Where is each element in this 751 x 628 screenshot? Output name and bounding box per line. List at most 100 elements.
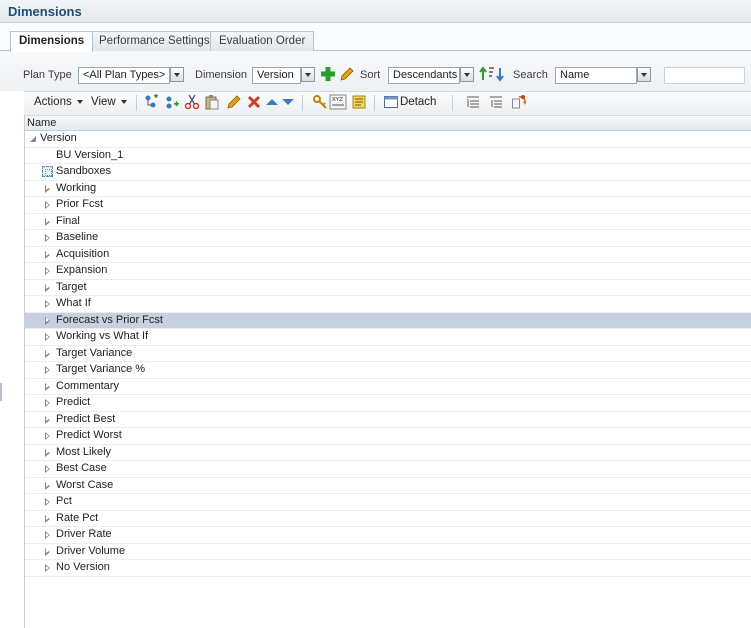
expand-arrow-icon[interactable]: [45, 514, 50, 523]
expand-arrow-icon[interactable]: [45, 217, 50, 226]
assign-access-icon[interactable]: [312, 94, 328, 110]
expand-arrow-icon[interactable]: [45, 283, 50, 292]
tree-row[interactable]: Predict: [25, 395, 751, 412]
tree-row[interactable]: Predict Worst: [25, 428, 751, 445]
move-up-icon[interactable]: [264, 94, 280, 110]
add-member-icon[interactable]: [320, 66, 336, 82]
plan-type-select[interactable]: <All Plan Types>: [78, 67, 170, 84]
page-title: Dimensions: [8, 4, 82, 19]
tree-row[interactable]: Forecast vs Prior Fcst: [25, 312, 751, 329]
expand-arrow-icon[interactable]: [45, 547, 50, 556]
dimension-dropdown-button[interactable]: [301, 67, 315, 82]
expand-arrow-icon[interactable]: [45, 366, 50, 374]
expand-arrow-icon[interactable]: [45, 531, 50, 539]
expand-arrow-icon[interactable]: [45, 267, 50, 275]
tree-row-label: Driver Volume: [56, 544, 126, 557]
sort-select[interactable]: Descendants: [388, 67, 460, 84]
edit-member-icon[interactable]: [226, 94, 242, 110]
tree-row[interactable]: Predict Best: [25, 412, 751, 428]
tree-row[interactable]: Final: [25, 214, 751, 230]
expand-arrow-icon[interactable]: [45, 432, 50, 440]
tree-row[interactable]: BU Version_1: [25, 148, 751, 164]
search-input[interactable]: [664, 67, 745, 84]
tree-row[interactable]: Driver Rate: [25, 527, 751, 544]
expand-arrow-icon[interactable]: [45, 448, 50, 457]
add-sibling-icon[interactable]: [164, 94, 180, 110]
expand-arrow-icon[interactable]: [45, 349, 50, 358]
tab-dimensions[interactable]: Dimensions: [10, 31, 94, 52]
tree-row[interactable]: What If: [25, 296, 751, 313]
tree-row[interactable]: Rate Pct: [25, 511, 751, 527]
tree-row-label: Commentary: [56, 379, 119, 392]
delete-icon[interactable]: [246, 94, 262, 110]
expand-arrow-icon[interactable]: [45, 333, 50, 341]
tree-row[interactable]: Expansion: [25, 263, 751, 280]
tree-row[interactable]: Sandboxes: [25, 164, 751, 181]
tree-row[interactable]: Pct: [25, 494, 751, 511]
cut-icon[interactable]: [184, 94, 200, 110]
tree-row[interactable]: Target: [25, 280, 751, 296]
move-down-icon[interactable]: [280, 94, 296, 110]
tab-performance-settings[interactable]: Performance Settings: [90, 31, 219, 51]
toolbar-separator: [452, 95, 453, 111]
sort-order-icon[interactable]: [479, 66, 509, 82]
expand-arrow-icon[interactable]: [45, 184, 50, 193]
expand-arrow-icon[interactable]: [45, 481, 50, 490]
collapse-arrow-icon[interactable]: [30, 136, 36, 142]
collapse-all-icon[interactable]: [465, 94, 481, 110]
tree-row[interactable]: No Version: [25, 560, 751, 577]
tree-row[interactable]: Baseline: [25, 230, 751, 247]
tree-row[interactable]: Acquisition: [25, 247, 751, 263]
tree-row[interactable]: Commentary: [25, 379, 751, 395]
expand-arrow-icon[interactable]: [45, 564, 50, 572]
expand-arrow-icon[interactable]: [45, 498, 50, 506]
member-formula-icon[interactable]: XYZ: [329, 94, 347, 110]
toolbar-separator: [374, 95, 375, 111]
search-field-dropdown-button[interactable]: [637, 67, 651, 82]
tree-row[interactable]: Driver Volume: [25, 544, 751, 560]
name-column-header[interactable]: Name: [25, 115, 751, 131]
tree-row[interactable]: Working: [25, 181, 751, 197]
paste-icon[interactable]: [204, 94, 220, 110]
tree-row-label: Most Likely: [56, 445, 112, 458]
expand-arrow-icon[interactable]: [45, 300, 50, 308]
view-menu[interactable]: View: [91, 96, 127, 108]
tree-row-label: Rate Pct: [56, 511, 99, 524]
tree-row[interactable]: Worst Case: [25, 478, 751, 494]
refresh-icon[interactable]: [511, 94, 527, 110]
dimension-select[interactable]: Version: [252, 67, 301, 84]
tree-row[interactable]: Most Likely: [25, 445, 751, 461]
expand-all-icon[interactable]: [488, 94, 504, 110]
expand-arrow-icon[interactable]: [45, 415, 50, 424]
expand-arrow-icon[interactable]: [45, 250, 50, 259]
edit-pencil-icon[interactable]: [339, 66, 355, 82]
search-field-select[interactable]: Name: [555, 67, 637, 84]
smart-list-icon[interactable]: [351, 94, 367, 110]
expand-arrow-icon[interactable]: [45, 465, 50, 473]
tree-row[interactable]: Working vs What If: [25, 329, 751, 346]
search-label: Search: [513, 69, 548, 81]
toolbar-separator: [302, 95, 303, 111]
splitter-handle[interactable]: [0, 383, 2, 401]
actions-menu[interactable]: Actions: [34, 96, 83, 108]
expand-arrow-icon[interactable]: [45, 399, 50, 407]
expand-arrow-icon[interactable]: [45, 201, 50, 209]
expand-arrow-icon[interactable]: [45, 234, 50, 242]
plan-type-dropdown-button[interactable]: [170, 67, 184, 82]
detach-button[interactable]: Detach: [400, 96, 436, 108]
sort-dropdown-button[interactable]: [460, 67, 474, 82]
expand-arrow-icon[interactable]: [45, 382, 50, 391]
tree-row[interactable]: Target Variance %: [25, 362, 751, 379]
expand-arrow-icon[interactable]: [45, 316, 50, 325]
detach-icon[interactable]: [383, 94, 399, 110]
add-child-icon[interactable]: [143, 94, 159, 110]
svg-text:XYZ: XYZ: [332, 97, 343, 103]
tree-row-root[interactable]: Version: [25, 131, 751, 148]
tree-row[interactable]: Best Case: [25, 461, 751, 478]
tree-row-label: Target: [56, 280, 87, 293]
tab-evaluation-order[interactable]: Evaluation Order: [210, 31, 315, 51]
tree-row[interactable]: Target Variance: [25, 346, 751, 362]
tree-row[interactable]: Prior Fcst: [25, 197, 751, 214]
tree-row-label: Sandboxes: [56, 165, 112, 177]
tree-row-label: Predict: [56, 396, 91, 408]
